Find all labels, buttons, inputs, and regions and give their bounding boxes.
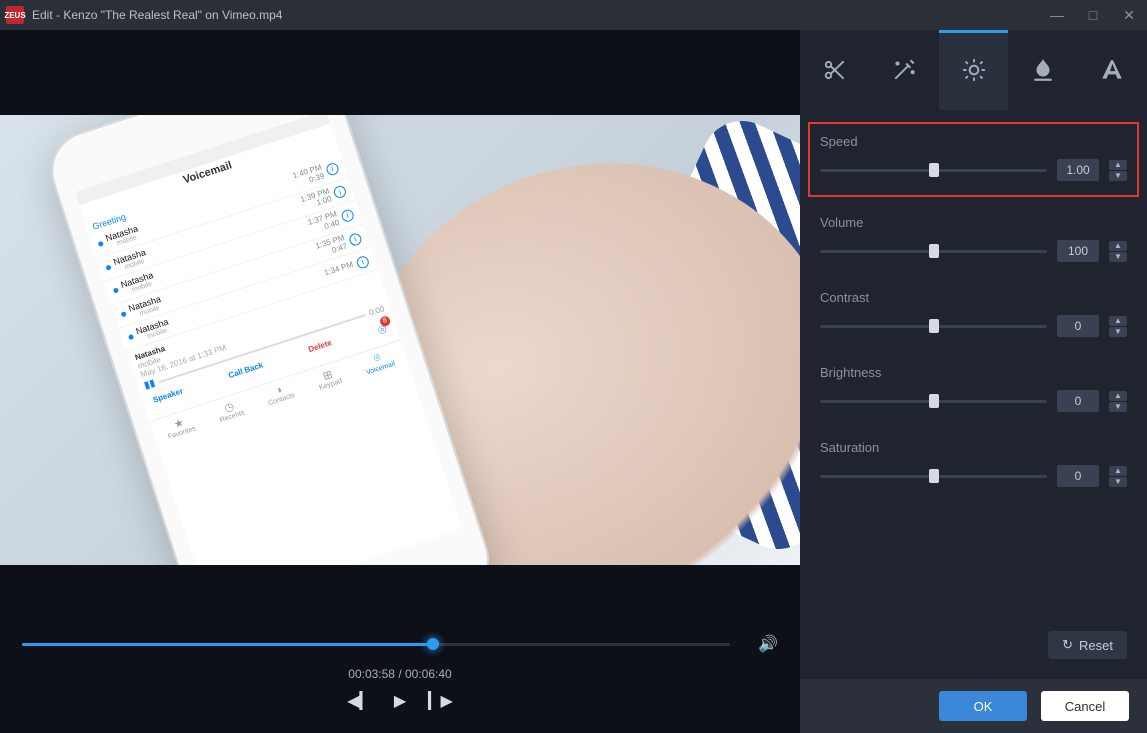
text-icon <box>1099 57 1125 83</box>
delete-label: Delete <box>307 338 335 362</box>
watermark-icon <box>1030 57 1056 83</box>
play-button[interactable]: ▶ <box>394 691 406 711</box>
timecode: 00:03:58 / 00:06:40 <box>22 667 778 681</box>
brightness-label: Brightness <box>820 365 1127 380</box>
speed-slider-thumb[interactable] <box>929 163 939 177</box>
brightness-slider[interactable] <box>820 400 1047 403</box>
volume-step-up[interactable]: ▲ <box>1109 241 1127 251</box>
tab-text[interactable] <box>1078 30 1147 110</box>
ok-button[interactable]: OK <box>939 691 1027 721</box>
brightness-step-up[interactable]: ▲ <box>1109 391 1127 401</box>
volume-step-down[interactable]: ▼ <box>1109 252 1127 262</box>
brightness-value[interactable]: 0 <box>1057 390 1099 412</box>
prop-volume: Volume 100 ▲ ▼ <box>820 215 1127 262</box>
app-icon: ZEUS <box>6 6 24 24</box>
cut-icon <box>822 57 848 83</box>
pause-icon: ▮▮ <box>143 378 157 392</box>
contrast-step-down[interactable]: ▼ <box>1109 327 1127 337</box>
saturation-slider-thumb[interactable] <box>929 469 939 483</box>
brightness-step-down[interactable]: ▼ <box>1109 402 1127 412</box>
volume-slider[interactable] <box>820 250 1047 253</box>
speed-value[interactable]: 1.00 <box>1057 159 1099 181</box>
adjust-icon <box>961 57 987 83</box>
contrast-slider[interactable] <box>820 325 1047 328</box>
prop-contrast: Contrast 0 ▲ ▼ <box>820 290 1127 337</box>
tab-effects[interactable] <box>869 30 938 110</box>
tab-watermark[interactable] <box>1008 30 1077 110</box>
seek-thumb[interactable] <box>427 638 439 650</box>
speed-step-down[interactable]: ▼ <box>1109 171 1127 181</box>
prop-speed: Speed 1.00 ▲ ▼ <box>808 122 1139 197</box>
saturation-slider[interactable] <box>820 475 1047 478</box>
reset-icon: ↻ <box>1062 637 1073 653</box>
contrast-slider-thumb[interactable] <box>929 319 939 333</box>
contrast-value[interactable]: 0 <box>1057 315 1099 337</box>
seek-track[interactable] <box>22 643 730 646</box>
prop-brightness: Brightness 0 ▲ ▼ <box>820 365 1127 412</box>
saturation-step-down[interactable]: ▼ <box>1109 477 1127 487</box>
speed-label: Speed <box>820 134 1127 149</box>
tab-cut[interactable] <box>800 30 869 110</box>
cancel-button[interactable]: Cancel <box>1041 691 1129 721</box>
speed-step-up[interactable]: ▲ <box>1109 160 1127 170</box>
effects-icon <box>891 57 917 83</box>
close-button[interactable]: ✕ <box>1111 0 1147 30</box>
minimize-button[interactable]: — <box>1039 0 1075 30</box>
maximize-button[interactable]: □ <box>1075 0 1111 30</box>
brightness-slider-thumb[interactable] <box>929 394 939 408</box>
saturation-step-up[interactable]: ▲ <box>1109 466 1127 476</box>
volume-label: Volume <box>820 215 1127 230</box>
properties-panel: Speed 1.00 ▲ ▼ Volume 100 ▲ ▼ Contrast 0 <box>800 30 1147 733</box>
speed-slider[interactable] <box>820 169 1047 172</box>
prop-saturation: Saturation 0 ▲ ▼ <box>820 440 1127 487</box>
saturation-value[interactable]: 0 <box>1057 465 1099 487</box>
volume-value[interactable]: 100 <box>1057 240 1099 262</box>
video-preview: Voicemail Greeting Natashamobile1:40 PM0… <box>0 30 800 629</box>
preview-panel: Voicemail Greeting Natashamobile1:40 PM0… <box>0 30 800 733</box>
window-title: Edit - Kenzo "The Realest Real" on Vimeo… <box>32 8 282 22</box>
titlebar: ZEUS Edit - Kenzo "The Realest Real" on … <box>0 0 1147 30</box>
volume-slider-thumb[interactable] <box>929 244 939 258</box>
voicemail-badge-icon: ⌾ <box>376 321 389 340</box>
next-frame-button[interactable]: ▎▶ <box>428 691 453 711</box>
volume-icon[interactable]: 🔊 <box>758 634 778 654</box>
prev-frame-button[interactable]: ◀▎ <box>347 691 372 711</box>
reset-button[interactable]: ↻ Reset <box>1048 631 1127 659</box>
scrub-time: 0:00 <box>368 304 386 317</box>
contrast-step-up[interactable]: ▲ <box>1109 316 1127 326</box>
saturation-label: Saturation <box>820 440 1127 455</box>
contrast-label: Contrast <box>820 290 1127 305</box>
tab-adjust[interactable] <box>939 30 1008 110</box>
